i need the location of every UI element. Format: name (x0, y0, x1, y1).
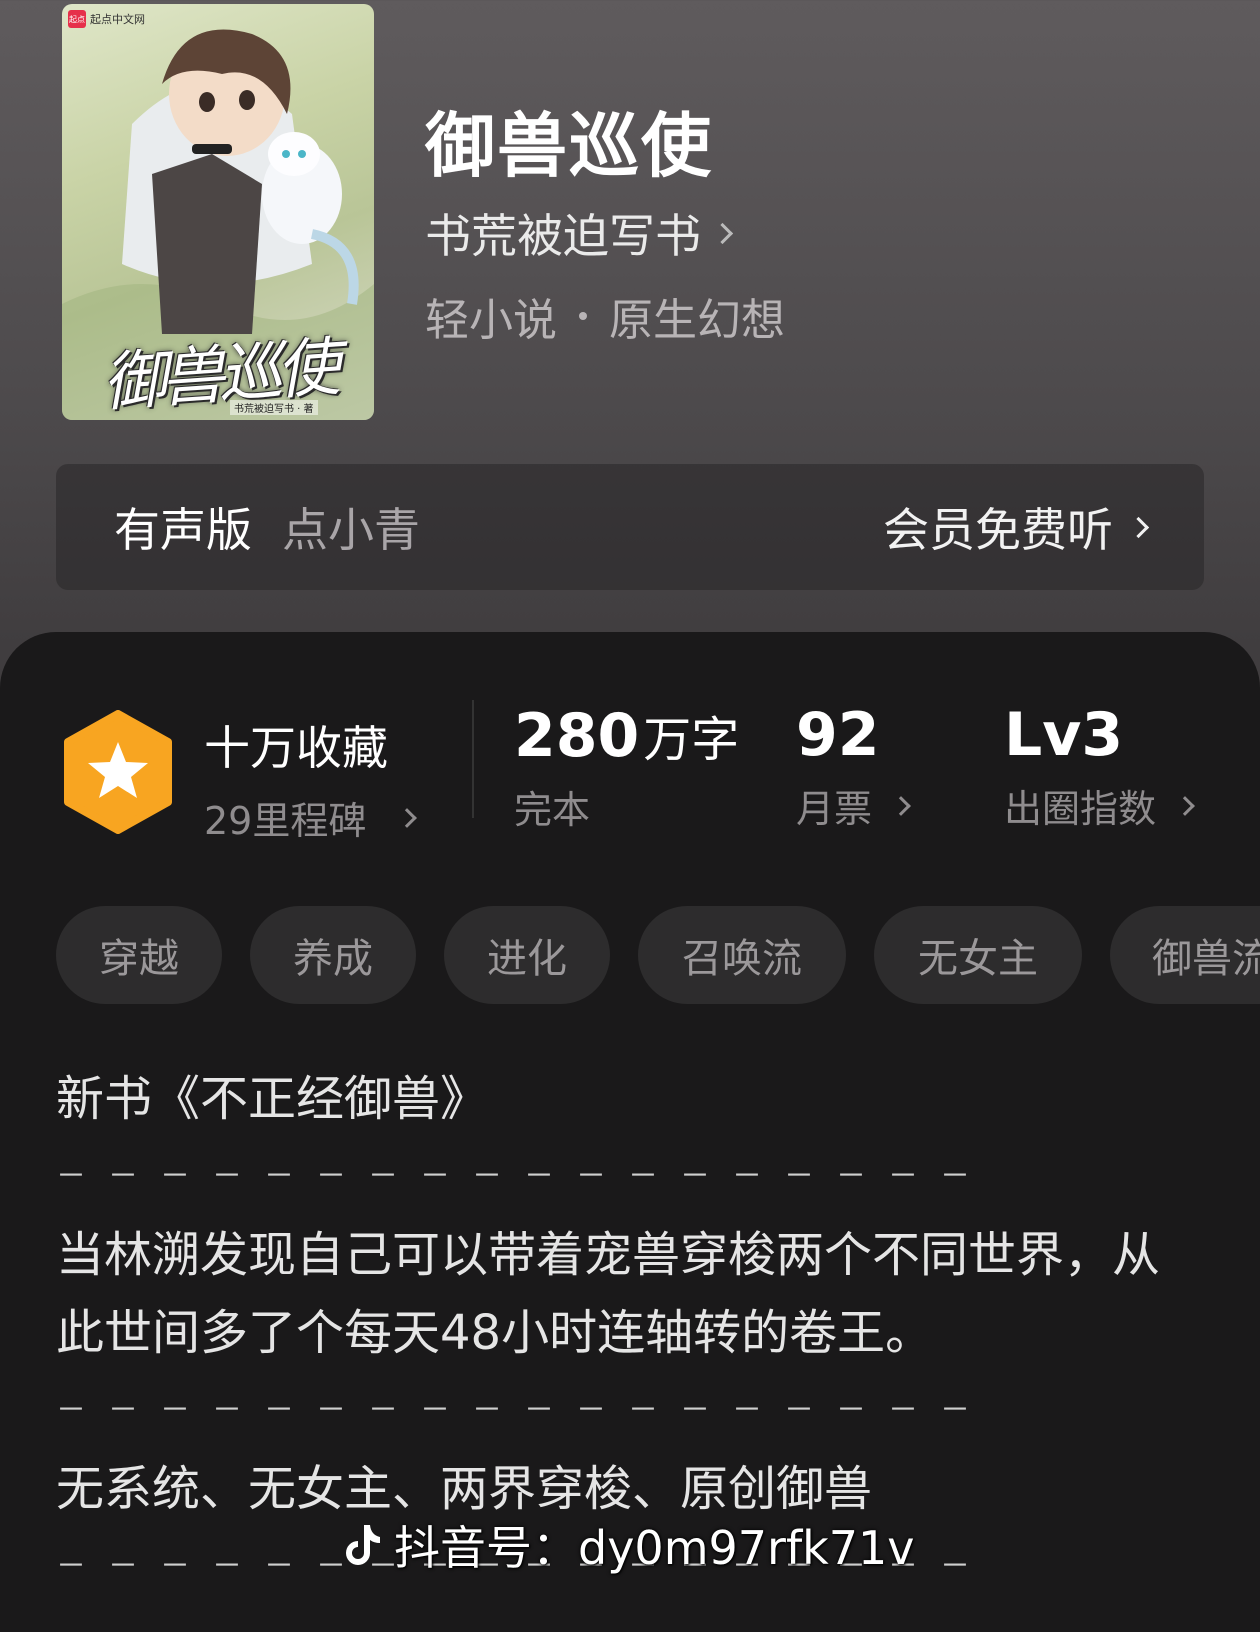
popularity-index-value: Lv3 (1004, 700, 1124, 770)
douyin-logo-icon (346, 1525, 380, 1565)
publisher-logo: 起点 (68, 10, 86, 28)
cover-art-author: 书荒被迫写书 · 著 (230, 400, 318, 415)
description-divider: －－－－－－－－－－－－－－－－－－ (56, 1393, 992, 1428)
milestone-label: 29里程碑 (204, 799, 367, 843)
chevron-right-icon (891, 795, 911, 816)
collect-value: 十万收藏 (204, 721, 388, 775)
monthly-ticket-stat[interactable]: 92 月票 (796, 700, 911, 833)
tag-list: 穿越 养成 进化 召唤流 无女主 御兽流 (56, 906, 1260, 1004)
book-cover[interactable]: 起点 起点中文网 御兽巡使 书荒被迫写书 · 著 (62, 4, 374, 420)
description-divider: －－－－－－－－－－－－－－－－－－ (56, 1159, 992, 1194)
chevron-right-icon (1175, 795, 1195, 816)
author-link[interactable]: 书荒被迫写书 (425, 200, 734, 266)
audio-label: 有声版 (114, 503, 252, 557)
collect-stat[interactable]: 十万收藏 29里程碑 (204, 712, 418, 845)
publisher-badge: 起点 起点中文网 (68, 10, 145, 28)
star-badge-icon (64, 710, 172, 834)
tag-chip[interactable]: 穿越 (56, 906, 222, 1004)
tag-chip[interactable]: 进化 (444, 906, 610, 1004)
audio-narrator: 点小青 (282, 503, 420, 557)
category-label[interactable]: 轻小说 (425, 284, 557, 348)
monthly-ticket-label: 月票 (796, 787, 873, 831)
watermark-text: 抖音号：dy0m97rfk71v (394, 1521, 915, 1575)
word-count-value: 280 (514, 701, 640, 771)
publisher-name: 起点中文网 (90, 13, 145, 26)
chevron-right-icon (1127, 516, 1150, 538)
author-name: 书荒被迫写书 (425, 209, 701, 263)
description-new-book: 新书《不正经御兽》 (56, 1071, 489, 1127)
genre-line: 轻小说 原生幻想 (425, 284, 785, 348)
douyin-watermark: 抖音号：dy0m97rfk71v (340, 1512, 915, 1578)
tag-chip[interactable]: 养成 (250, 906, 416, 1004)
monthly-ticket-value: 92 (796, 700, 880, 770)
audio-version-bar[interactable]: 有声版 点小青 会员免费听 (56, 464, 1204, 590)
tag-chip[interactable]: 御兽流 (1110, 906, 1260, 1004)
description-synopsis: 当林溯发现自己可以带着宠兽穿梭两个不同世界，从此世间多了个每天48小时连轴转的卷… (56, 1227, 1161, 1361)
popularity-index-stat[interactable]: Lv3 出圈指数 (1004, 700, 1195, 833)
tag-chip[interactable]: 无女主 (874, 906, 1082, 1004)
subcategory-label[interactable]: 原生幻想 (609, 284, 785, 348)
listen-free-button[interactable]: 会员免费听 (883, 494, 1150, 560)
word-count-unit: 万字 (643, 712, 740, 768)
tag-chip[interactable]: 召唤流 (638, 906, 846, 1004)
book-title: 御兽巡使 (425, 104, 713, 187)
chevron-right-icon (711, 222, 734, 244)
stat-divider (472, 700, 474, 818)
popularity-index-label: 出圈指数 (1004, 787, 1157, 831)
listen-free-label: 会员免费听 (883, 503, 1113, 557)
completion-status: 完本 (514, 788, 591, 832)
chevron-right-icon (397, 807, 418, 828)
separator-dot (579, 312, 587, 320)
word-count-stat: 280万字 完本 (514, 700, 739, 834)
